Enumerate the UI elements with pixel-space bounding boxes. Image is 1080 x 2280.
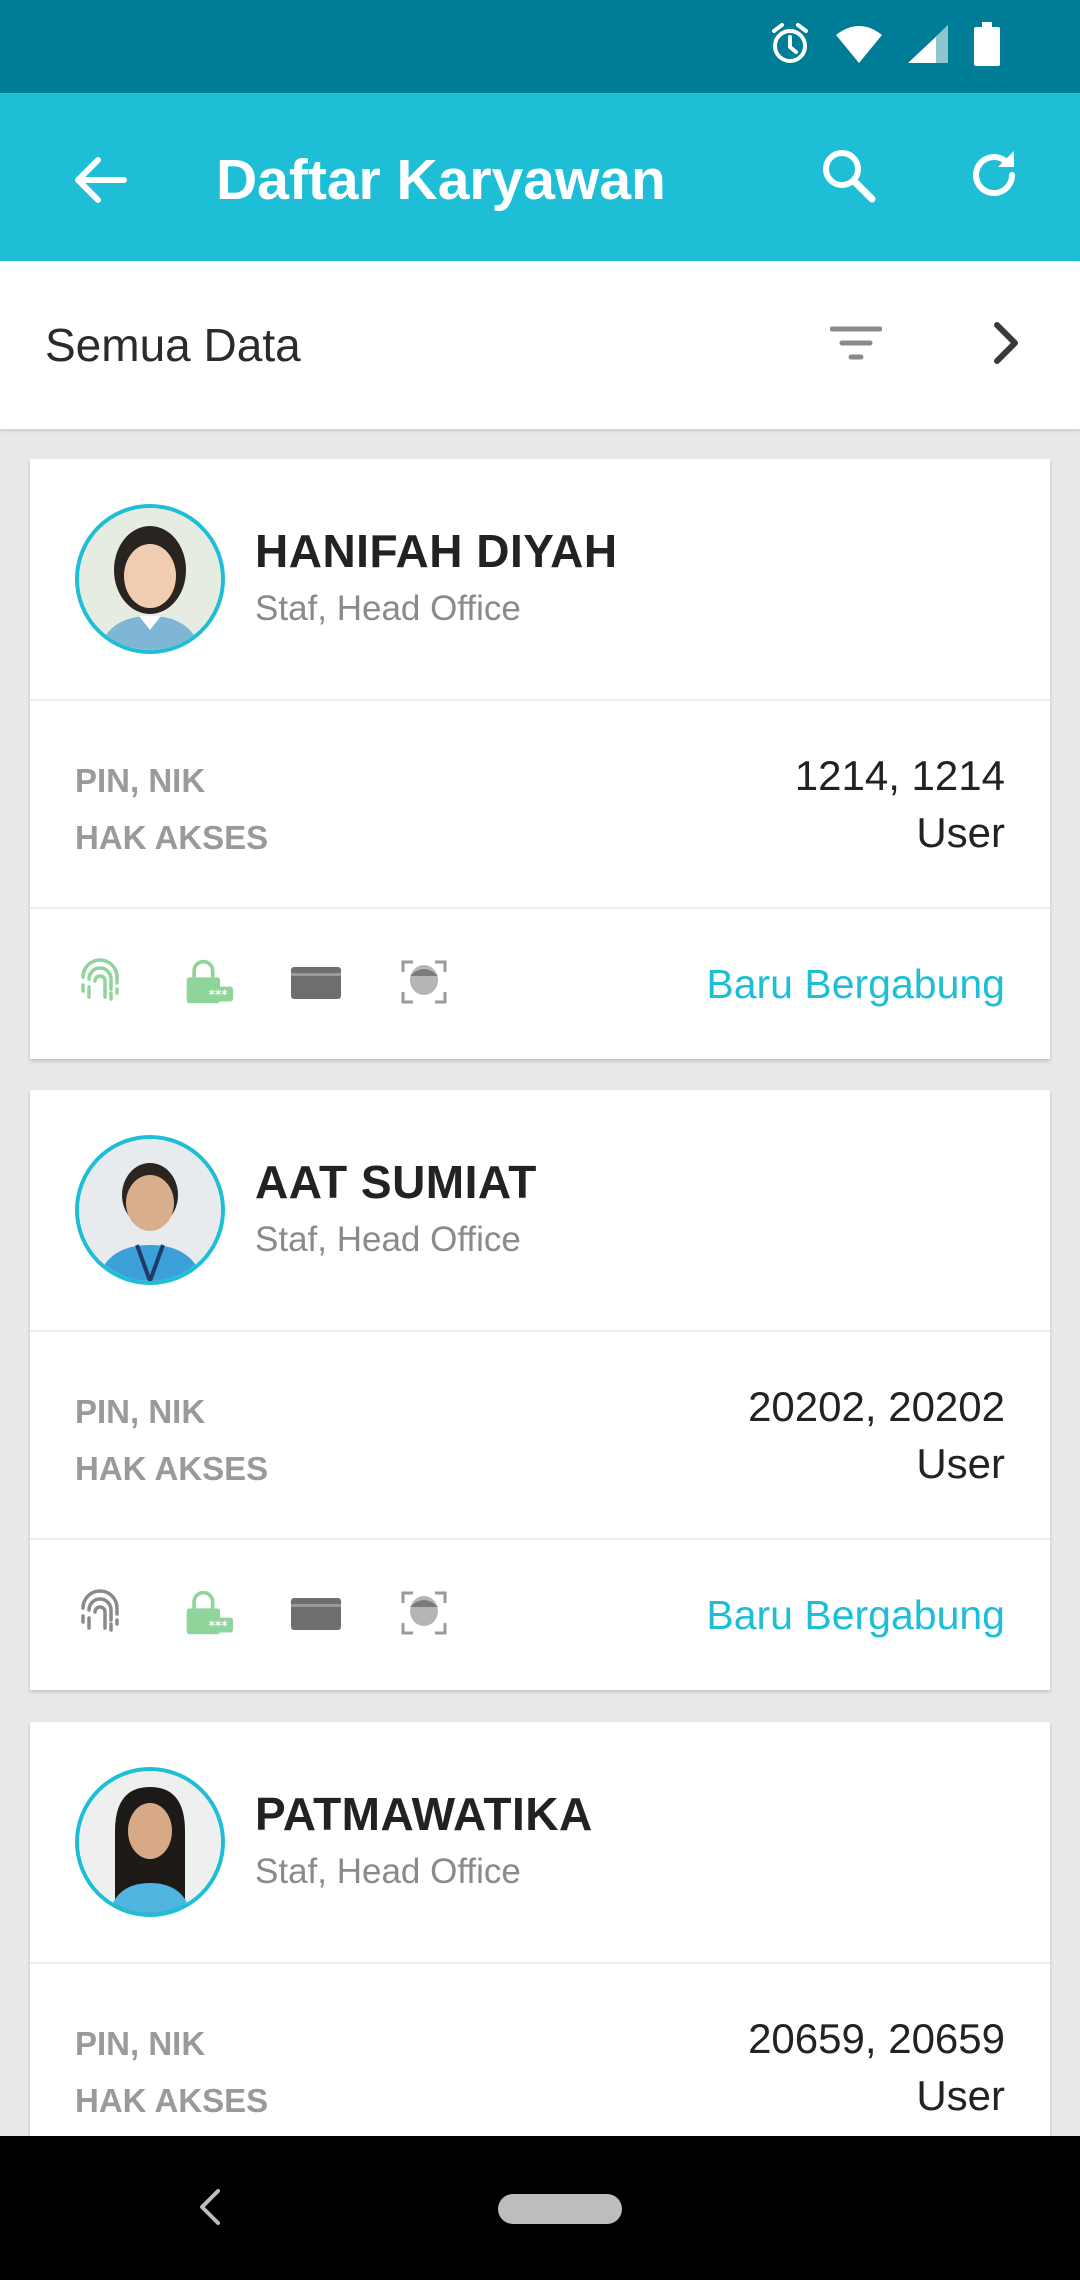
wifi-icon — [836, 25, 882, 63]
signal-icon — [908, 25, 948, 63]
pin-nik-label: PIN, NIK — [75, 2025, 206, 2062]
pin-nik-value: 20659, 20659 — [748, 2015, 1005, 2062]
chevron-left-icon — [198, 2187, 222, 2232]
refresh-icon — [966, 147, 1022, 208]
avatar — [75, 1767, 225, 1917]
employee-position: Staf, Head Office — [255, 1852, 521, 1891]
search-button[interactable] — [808, 137, 888, 217]
status-icons — [770, 22, 1000, 66]
filter-button[interactable] — [816, 305, 896, 385]
password-lock-icon: *** — [183, 954, 233, 1010]
status-bar — [0, 0, 1080, 93]
card-icon — [291, 954, 341, 1010]
card-header: AAT SUMIAT Staf, Head Office — [30, 1090, 1050, 1332]
access-label: HAK AKSES — [75, 2082, 269, 2119]
svg-text:***: *** — [209, 1619, 229, 1633]
pin-nik-value: 1214, 1214 — [794, 752, 1005, 799]
back-arrow-icon — [72, 156, 128, 209]
card-header: HANIFAH DIYAH Staf, Head Office — [30, 459, 1050, 701]
access-value: User — [916, 1440, 1005, 1487]
employee-position: Staf, Head Office — [255, 1220, 521, 1259]
battery-icon — [974, 22, 1000, 66]
employee-name: AAT SUMIAT — [255, 1156, 537, 1208]
employee-card[interactable]: HANIFAH DIYAH Staf, Head Office PIN, NIK… — [30, 459, 1050, 1059]
card-info: PIN, NIK HAK AKSES 20202, 20202 User — [30, 1332, 1050, 1540]
access-value: User — [916, 809, 1005, 856]
pin-nik-label: PIN, NIK — [75, 1393, 206, 1430]
search-icon — [819, 146, 877, 209]
fingerprint-icon — [75, 1585, 125, 1641]
status-link[interactable]: Baru Bergabung — [706, 1590, 1005, 1640]
home-pill[interactable] — [498, 2194, 622, 2224]
card-info: PIN, NIK HAK AKSES 1214, 1214 User — [30, 701, 1050, 909]
filter-icon — [829, 325, 883, 366]
pin-nik-label: PIN, NIK — [75, 762, 206, 799]
face-icon — [399, 1585, 449, 1641]
back-button[interactable] — [60, 142, 140, 222]
fingerprint-icon — [75, 954, 125, 1010]
pin-nik-value: 20202, 20202 — [748, 1383, 1005, 1430]
employee-name: PATMAWATIKA — [255, 1788, 593, 1840]
avatar — [75, 1135, 225, 1285]
app-bar: Daftar Karyawan — [0, 93, 1080, 261]
filter-bar: Semua Data — [0, 261, 1080, 429]
filter-label: Semua Data — [45, 319, 301, 371]
refresh-button[interactable] — [954, 137, 1034, 217]
avatar — [75, 504, 225, 654]
card-footer: *** Baru Bergabung — [30, 909, 1050, 1059]
access-label: HAK AKSES — [75, 1450, 269, 1487]
alarm-icon — [770, 22, 810, 66]
card-footer: *** Baru Bergabung — [30, 1540, 1050, 1690]
status-link[interactable]: Baru Bergabung — [706, 959, 1005, 1009]
svg-text:***: *** — [209, 988, 229, 1002]
credential-icons: *** — [75, 1585, 449, 1641]
card-header: PATMAWATIKA Staf, Head Office — [30, 1722, 1050, 1964]
next-button[interactable] — [966, 305, 1046, 385]
credential-icons: *** — [75, 954, 449, 1010]
card-icon — [291, 1585, 341, 1641]
access-label: HAK AKSES — [75, 819, 269, 856]
access-value: User — [916, 2072, 1005, 2119]
chevron-right-icon — [991, 319, 1021, 372]
employee-name: HANIFAH DIYAH — [255, 525, 618, 577]
page-title: Daftar Karyawan — [216, 148, 666, 212]
password-lock-icon: *** — [183, 1585, 233, 1641]
employee-position: Staf, Head Office — [255, 589, 521, 628]
system-nav-bar — [0, 2136, 1080, 2280]
employee-card[interactable]: AAT SUMIAT Staf, Head Office PIN, NIK HA… — [30, 1090, 1050, 1690]
nav-back-button[interactable] — [180, 2174, 240, 2244]
face-icon — [399, 954, 449, 1010]
